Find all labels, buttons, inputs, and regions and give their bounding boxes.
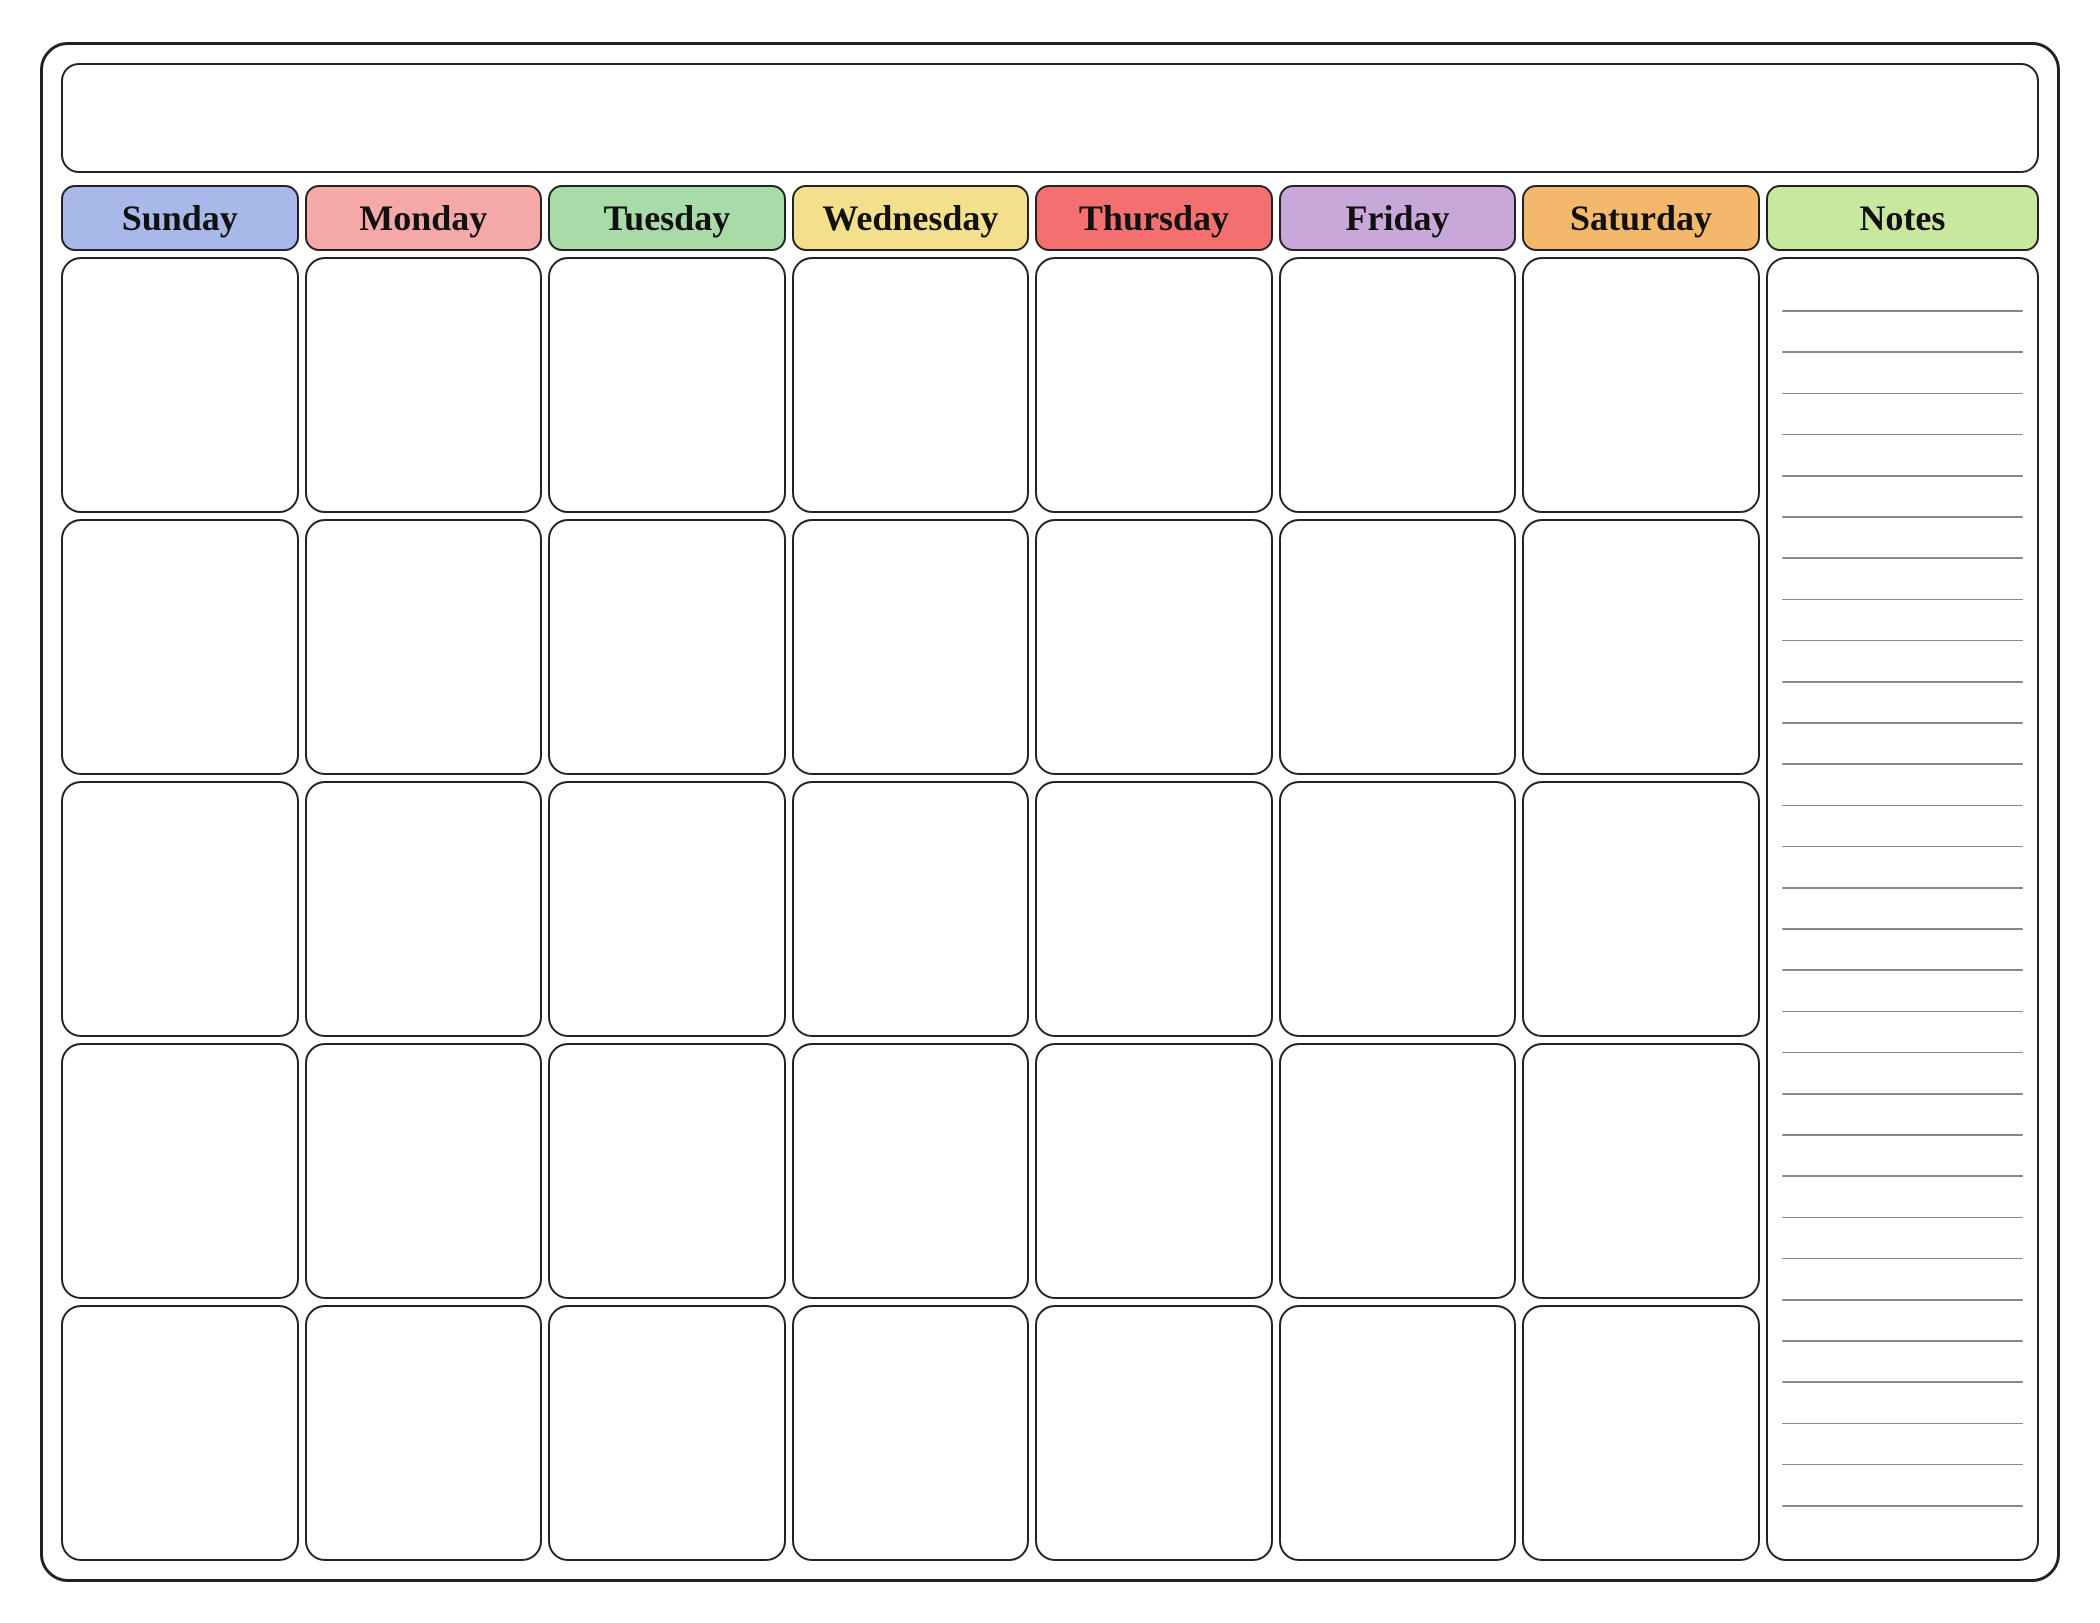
notes-line [1782, 928, 2023, 930]
notes-line [1782, 969, 2023, 971]
day-cell[interactable] [61, 257, 299, 513]
notes-line [1782, 475, 2023, 477]
day-cell[interactable] [1035, 519, 1273, 775]
notes-line [1782, 1011, 2023, 1013]
header-tuesday: Tuesday [548, 185, 786, 251]
header-notes: Notes [1766, 185, 2039, 251]
header-row: Sunday Monday Tuesday Wednesday Thursday… [61, 185, 2039, 251]
notes-line [1782, 1381, 2023, 1383]
day-cell[interactable] [61, 1305, 299, 1561]
calendar-outer: Sunday Monday Tuesday Wednesday Thursday… [40, 42, 2060, 1582]
header-monday: Monday [305, 185, 543, 251]
day-cell[interactable] [1522, 257, 1760, 513]
notes-line [1782, 640, 2023, 642]
day-cell[interactable] [1522, 1305, 1760, 1561]
notes-line [1782, 887, 2023, 889]
notes-line [1782, 1423, 2023, 1425]
day-cell[interactable] [792, 1305, 1030, 1561]
day-cell[interactable] [1035, 257, 1273, 513]
header-friday: Friday [1279, 185, 1517, 251]
day-cell[interactable] [1279, 1043, 1517, 1299]
day-cell[interactable] [1522, 1043, 1760, 1299]
notes-line [1782, 1093, 2023, 1095]
notes-line [1782, 681, 2023, 683]
day-cell[interactable] [548, 257, 786, 513]
day-cell[interactable] [548, 519, 786, 775]
day-cell[interactable] [1279, 519, 1517, 775]
day-cell[interactable] [61, 519, 299, 775]
notes-line [1782, 805, 2023, 807]
day-cell[interactable] [792, 257, 1030, 513]
notes-line [1782, 1464, 2023, 1466]
calendar-body: Sunday Monday Tuesday Wednesday Thursday… [61, 185, 2039, 1561]
day-cell[interactable] [1279, 257, 1517, 513]
notes-line [1782, 599, 2023, 601]
notes-line [1782, 516, 2023, 518]
notes-line [1782, 557, 2023, 559]
day-cell[interactable] [305, 781, 543, 1037]
header-wednesday: Wednesday [792, 185, 1030, 251]
notes-line [1782, 1175, 2023, 1177]
calendar-grid [61, 257, 2039, 1561]
header-saturday: Saturday [1522, 185, 1760, 251]
notes-line [1782, 846, 2023, 848]
notes-line [1782, 1340, 2023, 1342]
notes-line [1782, 351, 2023, 353]
notes-line [1782, 763, 2023, 765]
day-cell[interactable] [548, 781, 786, 1037]
day-cell[interactable] [792, 519, 1030, 775]
header-thursday: Thursday [1035, 185, 1273, 251]
day-cell[interactable] [305, 257, 543, 513]
notes-line [1782, 1052, 2023, 1054]
notes-column[interactable] [1766, 257, 2039, 1561]
notes-line [1782, 310, 2023, 312]
day-cell[interactable] [548, 1043, 786, 1299]
day-cell[interactable] [792, 1043, 1030, 1299]
notes-line [1782, 1217, 2023, 1219]
day-cell[interactable] [1035, 1043, 1273, 1299]
day-cell[interactable] [61, 1043, 299, 1299]
notes-line [1782, 1258, 2023, 1260]
day-cell[interactable] [1035, 1305, 1273, 1561]
day-cell[interactable] [1522, 781, 1760, 1037]
day-cell[interactable] [1035, 781, 1273, 1037]
notes-line [1782, 1505, 2023, 1507]
notes-line [1782, 434, 2023, 436]
header-sunday: Sunday [61, 185, 299, 251]
notes-line [1782, 1299, 2023, 1301]
day-cell[interactable] [1522, 519, 1760, 775]
day-cell[interactable] [792, 781, 1030, 1037]
day-cell[interactable] [305, 519, 543, 775]
notes-line [1782, 722, 2023, 724]
day-cell[interactable] [1279, 781, 1517, 1037]
title-bar[interactable] [61, 63, 2039, 173]
notes-line [1782, 393, 2023, 395]
day-cell[interactable] [1279, 1305, 1517, 1561]
day-cell[interactable] [548, 1305, 786, 1561]
day-cell[interactable] [305, 1043, 543, 1299]
day-cell[interactable] [61, 781, 299, 1037]
day-cell[interactable] [305, 1305, 543, 1561]
notes-line [1782, 1134, 2023, 1136]
